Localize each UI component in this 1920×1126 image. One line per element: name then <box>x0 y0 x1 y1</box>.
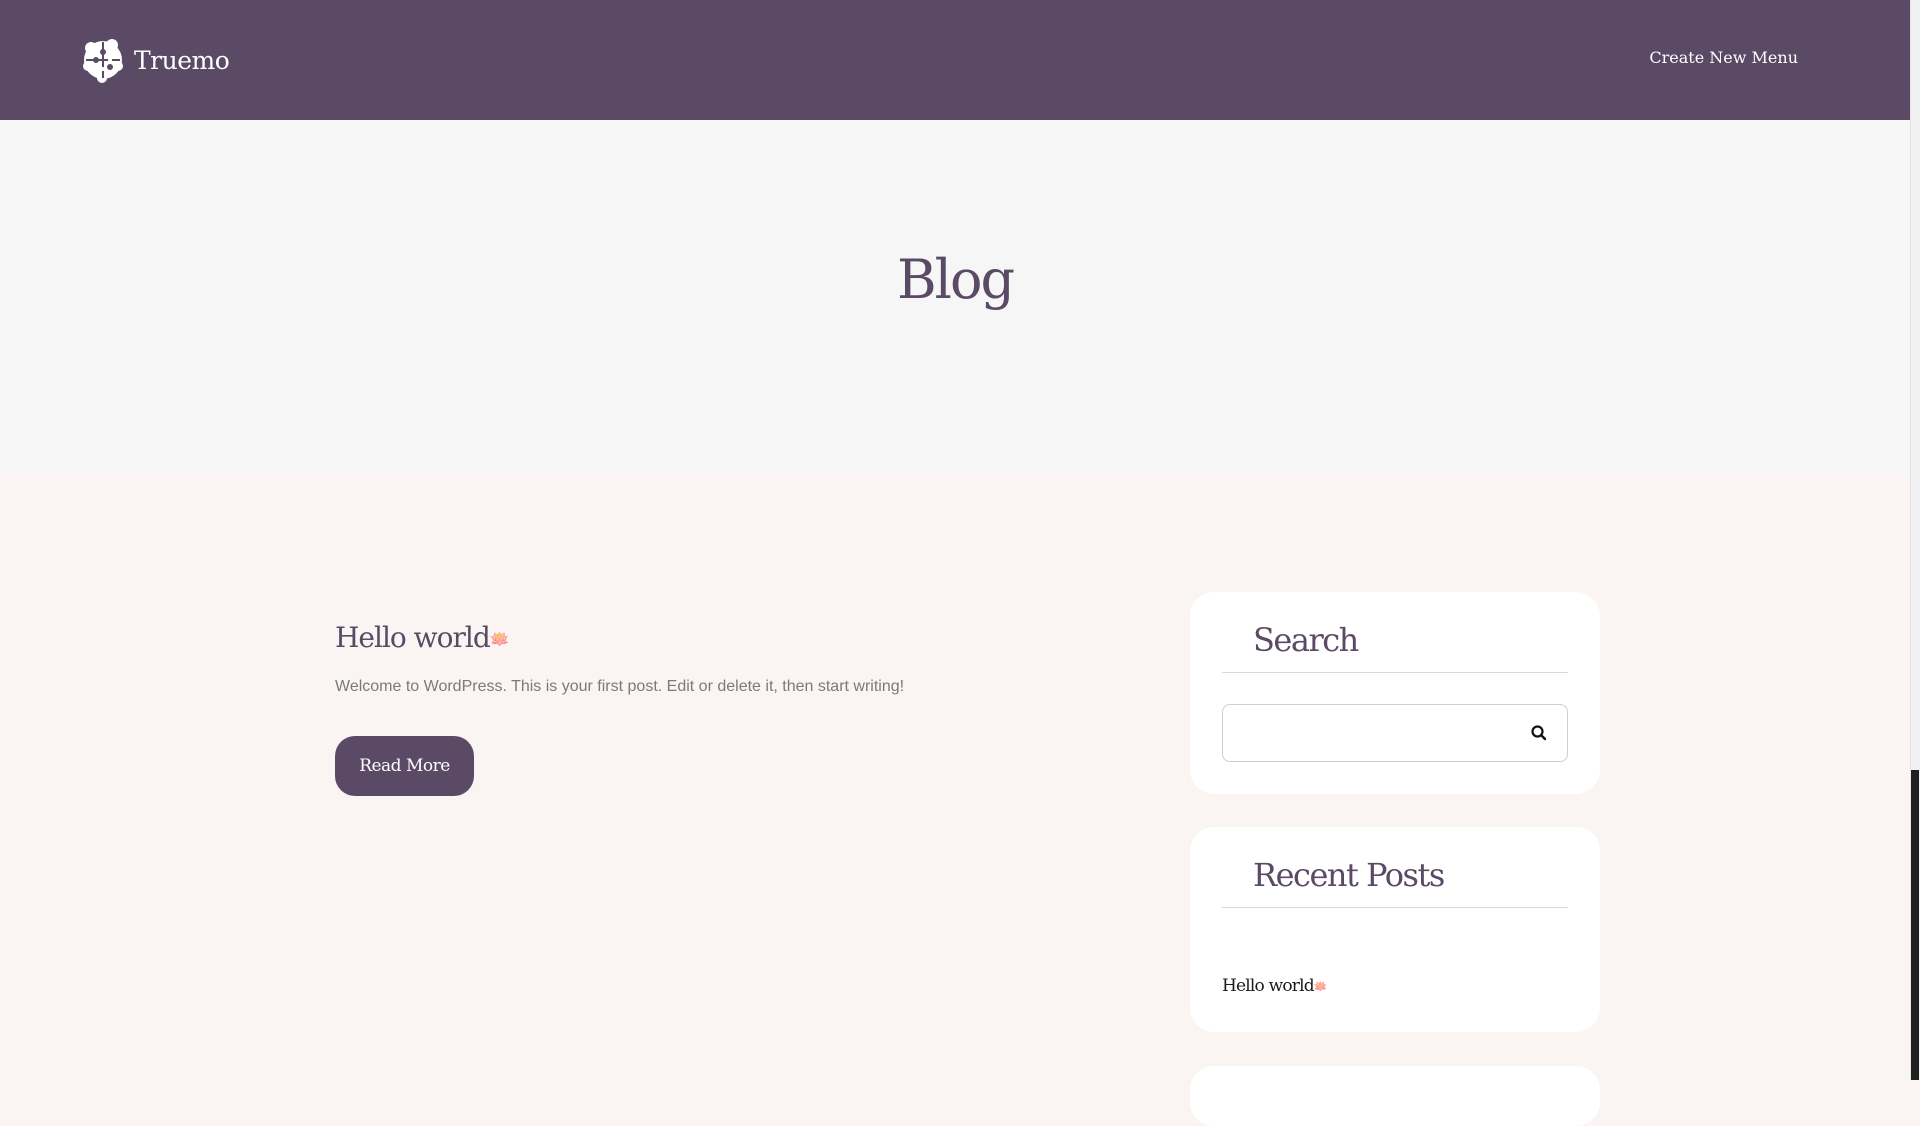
recent-posts-title: Recent Posts <box>1222 827 1568 908</box>
search-button[interactable] <box>1529 723 1549 743</box>
lotus-emoji-icon: 🪷 <box>489 629 510 649</box>
page-title: Blog <box>896 248 1015 311</box>
search-widget: Search <box>1190 592 1600 794</box>
recent-post-label: Hello world <box>1222 976 1315 996</box>
search-box <box>1222 704 1568 762</box>
page-hero: Blog <box>0 120 1910 475</box>
brain-puzzle-icon <box>83 39 123 83</box>
search-icon <box>1531 725 1547 741</box>
site-logo[interactable]: Truemo <box>82 36 230 84</box>
site-name: Truemo <box>134 45 230 75</box>
page-scrollbar[interactable] <box>1910 0 1920 1080</box>
recent-post-link[interactable]: Hello world🪷 <box>1222 976 1328 996</box>
blog-post: Hello world🪷 Welcome to WordPress. This … <box>335 620 975 796</box>
next-widget <box>1190 1066 1600 1126</box>
search-widget-title: Search <box>1222 592 1568 673</box>
post-title-text: Hello world <box>335 621 491 654</box>
post-excerpt: Welcome to WordPress. This is your first… <box>335 677 905 695</box>
nav-create-new-menu[interactable]: Create New Menu <box>1649 48 1798 67</box>
recent-posts-widget: Recent Posts Hello world🪷 <box>1190 827 1600 1032</box>
scrollbar-thumb[interactable] <box>1911 770 1919 1080</box>
lotus-emoji-icon: 🪷 <box>1313 980 1328 993</box>
read-more-button[interactable]: Read More <box>335 735 474 796</box>
site-header: Truemo Create New Menu <box>0 0 1910 120</box>
search-input[interactable] <box>1223 705 1513 761</box>
post-title[interactable]: Hello world🪷 <box>335 620 975 658</box>
